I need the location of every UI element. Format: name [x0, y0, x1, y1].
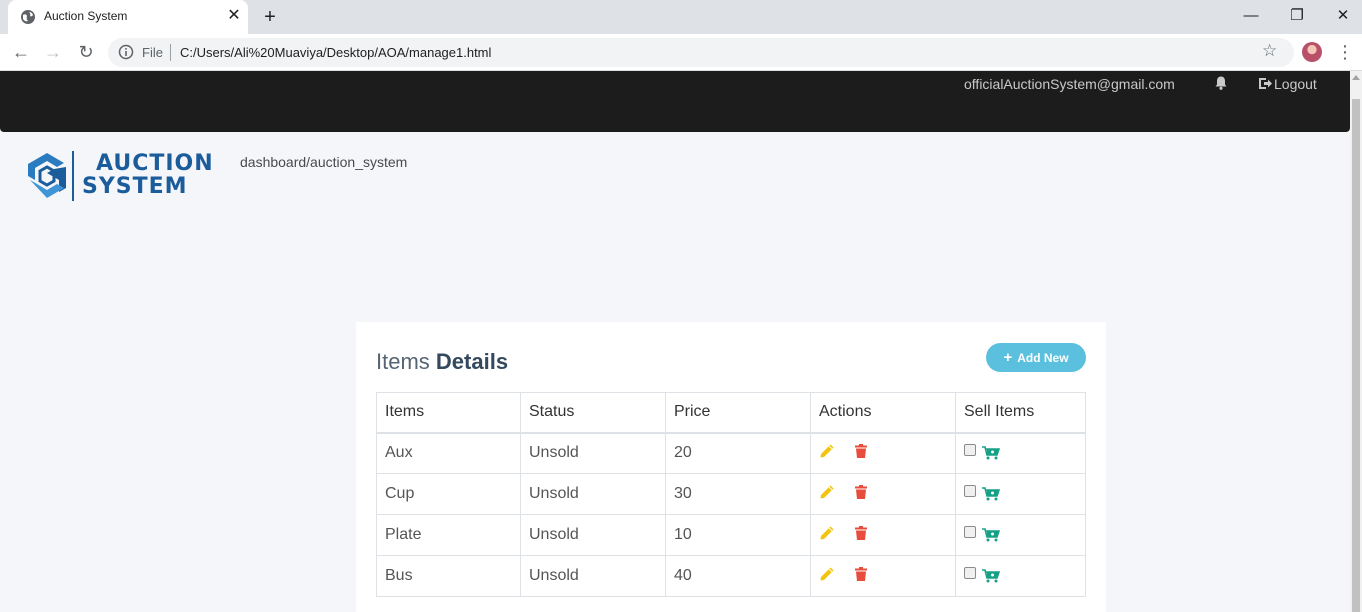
bookmark-star-icon[interactable]: ☆: [1262, 41, 1277, 61]
add-new-label: Add New: [1017, 351, 1069, 365]
logo-mark-icon: [28, 151, 74, 201]
price-cell: 30: [665, 473, 811, 515]
tab-title: Auction System: [44, 9, 128, 23]
trash-icon[interactable]: [853, 443, 869, 459]
cart-icon[interactable]: [982, 568, 1000, 583]
sell-items-cell: [955, 555, 1086, 597]
address-bar[interactable]: File C:/Users/Ali%20Muaviya/Desktop/AOA/…: [108, 38, 1294, 67]
page-title: Items Details: [376, 349, 508, 375]
pencil-icon[interactable]: [819, 566, 835, 582]
item-name-cell: Cup: [376, 473, 521, 515]
page-viewport: officialAuctionSystem@gmail.com Logout A…: [0, 71, 1350, 612]
pencil-icon[interactable]: [819, 525, 835, 541]
logout-icon: [1259, 78, 1272, 89]
sell-checkbox[interactable]: [964, 444, 976, 457]
new-tab-button[interactable]: +: [258, 5, 282, 29]
browser-toolbar: ← → ↻ File C:/Users/Ali%20Muaviya/Deskto…: [0, 34, 1362, 71]
table-row: Aux Unsold 20: [376, 432, 1086, 474]
cart-icon[interactable]: [982, 486, 1000, 501]
auction-system-logo[interactable]: AUCTION SYSTEM: [26, 151, 216, 201]
column-header-status: Status: [520, 392, 666, 434]
column-header-actions: Actions: [810, 392, 956, 434]
add-new-button[interactable]: + Add New: [986, 343, 1086, 372]
sell-checkbox[interactable]: [964, 525, 976, 538]
breadcrumb: dashboard/auction_system: [240, 154, 408, 170]
column-header-items: Items: [376, 392, 521, 434]
cart-icon[interactable]: [982, 446, 1000, 460]
logout-label: Logout: [1274, 76, 1317, 92]
url-scheme-label: File: [142, 45, 163, 60]
table-row: Cup Unsold 30: [376, 473, 1086, 515]
pencil-icon[interactable]: [819, 484, 835, 500]
logo-text-line1: AUCTION: [96, 151, 214, 176]
restore-icon[interactable]: ❐: [1284, 4, 1310, 28]
close-tab-icon[interactable]: ✕: [224, 6, 244, 26]
item-name-cell: Plate: [376, 514, 521, 556]
globe-icon: [21, 10, 35, 24]
items-table: Items Status Price Actions Sell Items Au…: [376, 392, 1086, 597]
pencil-icon[interactable]: [819, 443, 835, 459]
item-name-cell: Bus: [376, 555, 521, 597]
trash-icon[interactable]: [853, 525, 869, 541]
logout-link[interactable]: Logout: [1258, 76, 1317, 92]
contact-email-link[interactable]: officialAuctionSystem@gmail.com: [964, 76, 1175, 92]
status-cell: Unsold: [520, 555, 666, 597]
sell-items-cell: [955, 473, 1086, 515]
actions-cell: [810, 432, 956, 474]
actions-cell: [810, 555, 956, 597]
sell-items-cell: [955, 432, 1086, 474]
info-icon[interactable]: [118, 44, 134, 60]
back-arrow-icon[interactable]: ←: [9, 40, 33, 64]
browser-tab-strip: Auction System ✕ + — ❐ ✕: [0, 0, 1362, 34]
item-name-cell: Aux: [376, 432, 521, 474]
column-header-sell-items: Sell Items: [955, 392, 1086, 434]
actions-cell: [810, 473, 956, 515]
scroll-up-arrow-icon[interactable]: [1352, 75, 1360, 80]
profile-avatar[interactable]: [1302, 42, 1322, 62]
sell-checkbox[interactable]: [964, 566, 976, 579]
items-details-card: Items Details + Add New Items Status Pric…: [356, 322, 1106, 612]
top-navbar: officialAuctionSystem@gmail.com Logout: [0, 71, 1350, 132]
window-close-icon[interactable]: ✕: [1330, 4, 1356, 28]
logo-text-line2: SYSTEM: [82, 174, 188, 199]
status-cell: Unsold: [520, 473, 666, 515]
browser-menu-icon[interactable]: ⋮: [1336, 40, 1354, 64]
bell-icon[interactable]: [1213, 75, 1229, 91]
table-header-row: Items Status Price Actions Sell Items: [376, 392, 1086, 434]
column-header-price: Price: [665, 392, 811, 434]
scrollbar-thumb[interactable]: [1352, 99, 1360, 612]
table-row: Plate Unsold 10: [376, 514, 1086, 556]
title-bold: Details: [435, 349, 509, 374]
forward-arrow-icon[interactable]: →: [41, 40, 65, 64]
url-text[interactable]: C:/Users/Ali%20Muaviya/Desktop/AOA/manag…: [180, 45, 491, 60]
url-divider: [170, 44, 171, 61]
status-cell: Unsold: [520, 514, 666, 556]
browser-tab[interactable]: Auction System ✕: [8, 0, 248, 34]
price-cell: 10: [665, 514, 811, 556]
title-prefix: Items: [376, 349, 430, 374]
minimize-icon[interactable]: —: [1238, 4, 1264, 28]
price-cell: 40: [665, 555, 811, 597]
sell-items-cell: [955, 514, 1086, 556]
trash-icon[interactable]: [853, 566, 869, 582]
plus-icon: +: [1003, 349, 1013, 366]
cart-icon[interactable]: [982, 527, 1000, 542]
actions-cell: [810, 514, 956, 556]
trash-icon[interactable]: [853, 484, 869, 500]
reload-icon[interactable]: ↻: [74, 40, 98, 64]
page-scrollbar[interactable]: [1350, 71, 1362, 612]
table-row: Bus Unsold 40: [376, 555, 1086, 597]
price-cell: 20: [665, 432, 811, 474]
status-cell: Unsold: [520, 432, 666, 474]
sell-checkbox[interactable]: [964, 484, 976, 497]
